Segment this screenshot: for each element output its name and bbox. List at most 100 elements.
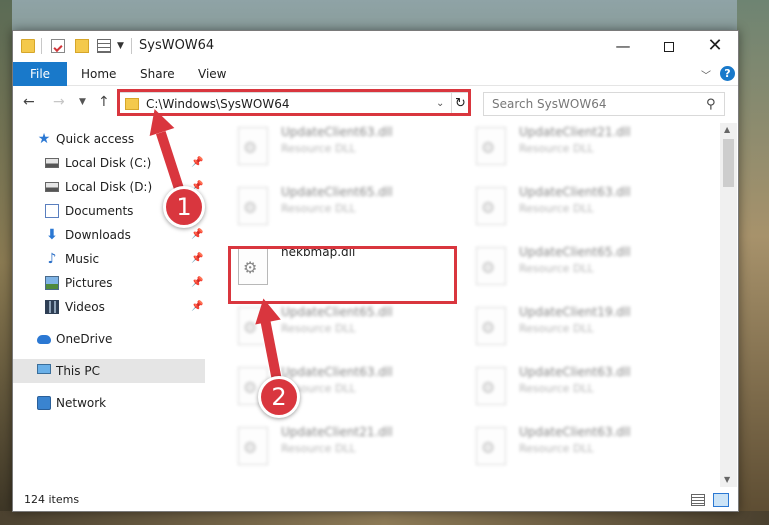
pin-icon[interactable]: 📌 bbox=[191, 301, 203, 312]
pin-icon[interactable]: 📌 bbox=[191, 277, 203, 288]
sidebar-item-label: This PC bbox=[56, 364, 100, 378]
sidebar-item-quick-access[interactable]: ★ Quick access bbox=[13, 127, 205, 151]
scroll-up-icon[interactable]: ▲ bbox=[724, 125, 730, 134]
details-view-icon[interactable] bbox=[691, 494, 705, 506]
forward-arrow-icon[interactable]: → bbox=[53, 94, 65, 110]
vertical-scrollbar[interactable]: ▲ ▼ bbox=[720, 123, 737, 487]
gear-icon: ⚙ bbox=[243, 438, 258, 457]
sidebar-item-this-pc[interactable]: This PC bbox=[13, 359, 205, 383]
network-icon bbox=[37, 396, 51, 410]
gear-icon: ⚙ bbox=[243, 198, 258, 217]
file-list: ⚙ UpdateClient63.dll Resource DLL ⚙ Upda… bbox=[218, 123, 718, 487]
tab-share[interactable]: Share bbox=[140, 62, 175, 86]
file-name: UpdateClient63.dll bbox=[281, 365, 393, 379]
file-item[interactable]: ⚙ UpdateClient19.dll Resource DLL bbox=[468, 299, 696, 349]
search-input[interactable]: Search SysWOW64 ⚲ bbox=[483, 92, 725, 116]
desktop-background bbox=[0, 511, 769, 525]
close-button[interactable]: ✕ bbox=[692, 31, 738, 62]
step1-badge: 1 bbox=[163, 186, 205, 228]
up-arrow-icon[interactable]: ↑ bbox=[98, 94, 110, 110]
dll-file-icon: ⚙ bbox=[476, 187, 506, 225]
dll-file-icon: ⚙ bbox=[238, 127, 268, 165]
sidebar-item-videos[interactable]: Videos 📌 bbox=[13, 295, 205, 319]
file-type: Resource DLL bbox=[519, 142, 594, 155]
star-icon: ★ bbox=[37, 131, 51, 147]
pin-icon[interactable]: 📌 bbox=[191, 253, 203, 264]
film-icon bbox=[45, 300, 59, 314]
file-item[interactable]: ⚙ UpdateClient65.dll Resource DLL bbox=[468, 239, 696, 289]
window-title: SysWOW64 bbox=[139, 38, 215, 53]
tab-view[interactable]: View bbox=[198, 62, 226, 86]
maximize-icon bbox=[664, 41, 674, 52]
file-name: UpdateClient63.dll bbox=[519, 185, 631, 199]
sidebar-item-label: Documents bbox=[65, 204, 134, 218]
step2-badge: 2 bbox=[258, 376, 300, 418]
back-arrow-icon[interactable]: ← bbox=[23, 94, 35, 110]
file-item[interactable]: ⚙ UpdateClient65.dll Resource DLL bbox=[230, 179, 458, 229]
file-type: Resource DLL bbox=[519, 322, 594, 335]
desktop-background bbox=[0, 0, 12, 525]
sidebar-item-music[interactable]: ♪ Music 📌 bbox=[13, 247, 205, 271]
sidebar-item-label: Videos bbox=[65, 300, 105, 314]
minimize-button[interactable]: — bbox=[600, 31, 646, 62]
view-options-icon[interactable] bbox=[97, 39, 111, 53]
file-name: UpdateClient21.dll bbox=[519, 125, 631, 139]
sidebar-item-onedrive[interactable]: OneDrive bbox=[13, 327, 205, 351]
dll-file-icon: ⚙ bbox=[476, 307, 506, 345]
dll-file-icon: ⚙ bbox=[476, 367, 506, 405]
file-item[interactable]: ⚙ UpdateClient63.dll Resource DLL bbox=[468, 419, 696, 469]
file-type: Resource DLL bbox=[519, 382, 594, 395]
dll-file-icon: ⚙ bbox=[238, 187, 268, 225]
sidebar-item-label: Music bbox=[65, 252, 100, 266]
file-name: UpdateClient65.dll bbox=[281, 305, 393, 319]
file-item[interactable]: ⚙ UpdateClient63.dll Resource DLL bbox=[468, 179, 696, 229]
customize-toolbar-icon[interactable]: ▼ bbox=[117, 41, 124, 51]
file-type: Resource DLL bbox=[281, 142, 356, 155]
sidebar-item-label: Network bbox=[56, 396, 107, 410]
gear-icon: ⚙ bbox=[481, 438, 496, 457]
sidebar-item-pictures[interactable]: Pictures 📌 bbox=[13, 271, 205, 295]
maximize-button[interactable] bbox=[646, 31, 692, 62]
pin-icon[interactable]: 📌 bbox=[191, 157, 203, 168]
properties-icon[interactable] bbox=[51, 39, 65, 53]
new-folder-icon[interactable] bbox=[75, 39, 89, 53]
gear-icon: ⚙ bbox=[481, 138, 496, 157]
file-item[interactable]: ⚙ UpdateClient63.dll Resource DLL bbox=[230, 123, 458, 169]
expand-ribbon-icon[interactable]: ﹀ bbox=[701, 67, 711, 82]
file-type: Resource DLL bbox=[281, 442, 356, 455]
file-item[interactable]: ⚙ UpdateClient63.dll Resource DLL bbox=[468, 359, 696, 409]
file-name: UpdateClient63.dll bbox=[519, 425, 631, 439]
gear-icon: ⚙ bbox=[243, 138, 258, 157]
drive-icon bbox=[45, 182, 59, 192]
gear-icon: ⚙ bbox=[481, 258, 496, 277]
sidebar-item-label: OneDrive bbox=[56, 332, 113, 346]
gear-icon: ⚙ bbox=[481, 378, 496, 397]
file-type: Resource DLL bbox=[519, 202, 594, 215]
file-item[interactable]: ⚙ UpdateClient21.dll Resource DLL bbox=[468, 123, 696, 169]
address-bar-highlight bbox=[117, 89, 471, 116]
file-type: Resource DLL bbox=[519, 262, 594, 275]
step2-arrowhead bbox=[250, 295, 281, 325]
sidebar-item-network[interactable]: Network bbox=[13, 391, 205, 415]
recent-locations-icon[interactable]: ▼ bbox=[79, 97, 86, 107]
sidebar-item-label: Pictures bbox=[65, 276, 113, 290]
dll-file-icon: ⚙ bbox=[476, 127, 506, 165]
tab-file[interactable]: File bbox=[13, 62, 67, 86]
search-placeholder: Search SysWOW64 bbox=[492, 97, 607, 111]
file-name: UpdateClient63.dll bbox=[281, 125, 393, 139]
tab-home[interactable]: Home bbox=[81, 62, 116, 86]
scroll-down-icon[interactable]: ▼ bbox=[724, 475, 730, 484]
download-arrow-icon: ⬇ bbox=[46, 227, 58, 243]
folder-icon bbox=[21, 39, 35, 53]
drive-icon bbox=[45, 158, 59, 168]
scrollbar-thumb[interactable] bbox=[723, 139, 734, 187]
large-icons-view-icon[interactable] bbox=[713, 493, 729, 507]
help-icon[interactable]: ? bbox=[720, 66, 735, 81]
documents-icon bbox=[45, 204, 59, 218]
file-name: UpdateClient63.dll bbox=[519, 365, 631, 379]
gear-icon: ⚙ bbox=[481, 198, 496, 217]
search-icon[interactable]: ⚲ bbox=[706, 97, 716, 112]
file-item[interactable]: ⚙ UpdateClient21.dll Resource DLL bbox=[230, 419, 458, 469]
gear-icon: ⚙ bbox=[481, 318, 496, 337]
pin-icon[interactable]: 📌 bbox=[191, 229, 203, 240]
